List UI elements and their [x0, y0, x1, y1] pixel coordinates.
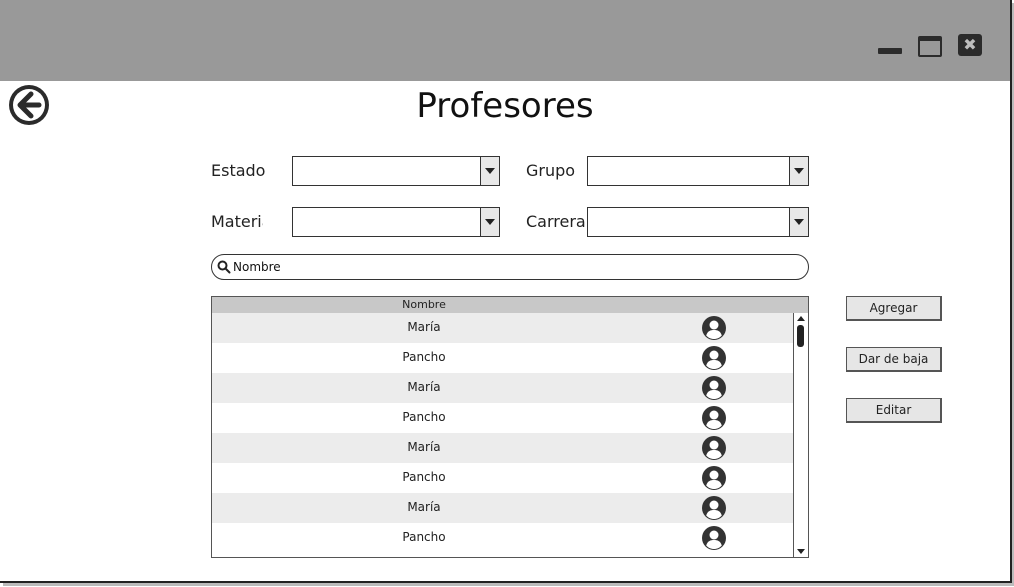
- page-title: Profesores: [416, 86, 594, 126]
- minimize-icon[interactable]: [877, 46, 903, 56]
- row-name: Pancho: [402, 530, 446, 544]
- row-name: Pancho: [402, 410, 446, 424]
- app-window: ✖ Profesores Estado Grupo Materia Carrer…: [0, 0, 1012, 583]
- row-name: María: [407, 440, 441, 454]
- row-name: María: [407, 320, 441, 334]
- search-box[interactable]: [211, 254, 809, 280]
- user-icon: [702, 466, 726, 490]
- user-icon: [702, 496, 726, 520]
- grupo-select[interactable]: [587, 156, 809, 186]
- table-row[interactable]: Pancho: [212, 463, 794, 493]
- professors-table: Nombre María Pancho María Pancho María Pancho…: [211, 296, 809, 558]
- grupo-label: Grupo: [526, 161, 576, 180]
- edit-button[interactable]: Editar: [846, 398, 942, 423]
- title-bar[interactable]: ✖: [0, 0, 1010, 81]
- scroll-down-icon[interactable]: [797, 549, 805, 554]
- search-icon: [217, 260, 231, 274]
- estado-select[interactable]: [292, 156, 500, 186]
- add-button[interactable]: Agregar: [846, 296, 942, 321]
- table-row[interactable]: María: [212, 373, 794, 403]
- search-input[interactable]: [233, 258, 793, 276]
- row-name: Pancho: [402, 350, 446, 364]
- maximize-icon[interactable]: [917, 34, 943, 58]
- carrera-label: Carrera: [526, 212, 586, 231]
- row-name: María: [407, 380, 441, 394]
- column-header-nombre[interactable]: Nombre: [212, 297, 636, 313]
- chevron-down-icon[interactable]: [480, 208, 499, 236]
- carrera-select[interactable]: [587, 207, 809, 237]
- table-row[interactable]: Pancho: [212, 523, 794, 553]
- chevron-down-icon[interactable]: [480, 157, 499, 185]
- user-icon: [702, 406, 726, 430]
- table-row[interactable]: María: [212, 313, 794, 343]
- table-row[interactable]: Pancho: [212, 343, 794, 373]
- scroll-thumb[interactable]: [797, 325, 804, 347]
- user-icon: [702, 346, 726, 370]
- close-icon[interactable]: ✖: [957, 33, 983, 57]
- materia-label: Materia: [211, 212, 263, 231]
- row-name: María: [407, 500, 441, 514]
- row-name: Pancho: [402, 470, 446, 484]
- user-icon: [702, 316, 726, 340]
- scroll-up-icon[interactable]: [797, 316, 805, 321]
- table-row[interactable]: María: [212, 433, 794, 463]
- table-header: Nombre: [212, 297, 808, 313]
- table-row[interactable]: María: [212, 493, 794, 523]
- materia-select[interactable]: [292, 207, 500, 237]
- chevron-down-icon[interactable]: [789, 208, 808, 236]
- chevron-down-icon[interactable]: [789, 157, 808, 185]
- remove-button[interactable]: Dar de baja: [846, 347, 942, 372]
- estado-label: Estado: [211, 161, 266, 180]
- vertical-scrollbar[interactable]: [793, 313, 808, 557]
- user-icon: [702, 526, 726, 550]
- table-row[interactable]: Pancho: [212, 403, 794, 433]
- user-icon: [702, 436, 726, 460]
- user-icon: [702, 376, 726, 400]
